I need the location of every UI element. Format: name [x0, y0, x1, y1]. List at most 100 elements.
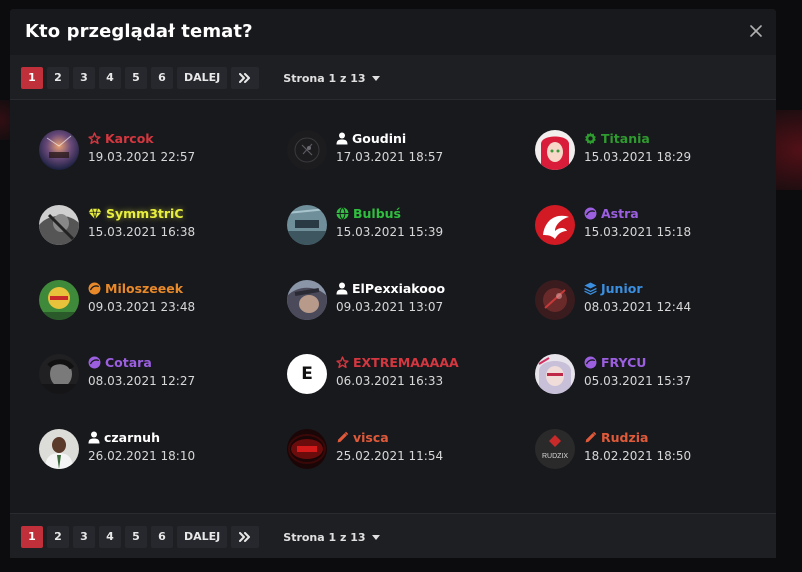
username: Goudini	[352, 131, 407, 146]
page-status-dropdown[interactable]: Strona 1 z 13	[283, 72, 380, 85]
user-icon	[88, 431, 100, 444]
avatar[interactable]	[39, 280, 79, 320]
username-link[interactable]: Miloszeeek	[88, 281, 183, 296]
username-link[interactable]: visca	[336, 430, 389, 445]
username-link[interactable]: Junior	[584, 281, 643, 296]
page-3-button[interactable]: 3	[73, 67, 95, 89]
viewer-item: Karcok 19.03.2021 22:57	[39, 130, 279, 174]
pagination-top: 1 2 3 4 5 6 DALEJ Strona 1 z 13	[10, 55, 776, 100]
star-outline-icon	[336, 356, 349, 369]
viewer-item: Symm3triC 15.03.2021 16:38	[39, 205, 279, 249]
double-chevron-right-icon	[239, 73, 251, 83]
username-link[interactable]: Titania	[584, 131, 650, 146]
avatar[interactable]	[287, 429, 327, 469]
page-5-button[interactable]: 5	[125, 526, 147, 548]
username-link[interactable]: Bulbuś	[336, 206, 401, 221]
view-date: 08.03.2021 12:44	[584, 300, 692, 314]
close-icon	[750, 25, 762, 37]
viewer-item: Titania 15.03.2021 18:29	[535, 130, 775, 174]
avatar-text: RUDZIX	[542, 453, 568, 460]
viewer-item: czarnuh 26.02.2021 18:10	[39, 429, 279, 473]
disc-icon	[584, 207, 597, 220]
page-2-button[interactable]: 2	[47, 526, 69, 548]
avatar[interactable]	[535, 130, 575, 170]
username-link[interactable]: ElPexxiakooo	[336, 281, 445, 296]
last-page-button[interactable]	[231, 526, 260, 548]
username: Miloszeeek	[105, 281, 184, 296]
username-link[interactable]: czarnuh	[88, 430, 160, 445]
username: czarnuh	[104, 430, 160, 445]
page-5-button[interactable]: 5	[125, 67, 147, 89]
avatar[interactable]	[535, 205, 575, 245]
modal-title: Kto przeglądał temat?	[25, 21, 253, 42]
globe-icon	[336, 207, 349, 220]
view-date: 15.03.2021 16:38	[88, 225, 196, 239]
pagination-bottom: 1 2 3 4 5 6 DALEJ Strona 1 z 13	[10, 513, 776, 558]
avatar[interactable]: E	[287, 354, 327, 394]
modal-header: Kto przeglądał temat?	[10, 9, 776, 55]
avatar[interactable]	[39, 130, 79, 170]
user-icon	[336, 282, 348, 295]
page-6-button[interactable]: 6	[151, 67, 173, 89]
username-link[interactable]: Karcok	[88, 131, 154, 146]
avatar[interactable]	[39, 354, 79, 394]
caret-down-icon	[371, 75, 380, 81]
page-1-button[interactable]: 1	[21, 526, 43, 548]
page-2-button[interactable]: 2	[47, 67, 69, 89]
username-link[interactable]: EXTREMAAAAA	[336, 355, 459, 370]
disc-icon	[88, 356, 101, 369]
username: EXTREMAAAAA	[353, 355, 459, 370]
avatar[interactable]	[39, 205, 79, 245]
avatar[interactable]: RUDZIX	[535, 429, 575, 469]
username: Junior	[601, 281, 643, 296]
avatar[interactable]	[39, 429, 79, 469]
username-link[interactable]: Symm3triC	[88, 206, 184, 221]
username-link[interactable]: Astra	[584, 206, 639, 221]
disc-icon	[88, 282, 101, 295]
username: Bulbuś	[353, 206, 401, 221]
viewer-item: E EXTREMAAAAA 06.03.2021 16:33	[287, 354, 527, 398]
viewer-item: Cotara 08.03.2021 12:27	[39, 354, 279, 398]
username-link[interactable]: Goudini	[336, 131, 406, 146]
username-link[interactable]: FRYCU	[584, 355, 646, 370]
username-link[interactable]: Rudzia	[584, 430, 648, 445]
username: Karcok	[105, 131, 154, 146]
avatar[interactable]	[535, 354, 575, 394]
viewer-item: Bulbuś 15.03.2021 15:39	[287, 205, 527, 249]
disc-icon	[584, 356, 597, 369]
view-date: 06.03.2021 16:33	[336, 374, 444, 388]
view-date: 05.03.2021 15:37	[584, 374, 692, 388]
viewer-item: FRYCU 05.03.2021 15:37	[535, 354, 775, 398]
close-button[interactable]	[748, 23, 764, 39]
page-4-button[interactable]: 4	[99, 526, 121, 548]
page-4-button[interactable]: 4	[99, 67, 121, 89]
viewer-item: RUDZIX Rudzia 18.02.2021 18:50	[535, 429, 775, 473]
next-button[interactable]: DALEJ	[177, 526, 228, 548]
username: ElPexxiakooo	[352, 281, 446, 296]
caret-down-icon	[371, 534, 380, 540]
star-outline-icon	[88, 132, 101, 145]
avatar[interactable]	[287, 205, 327, 245]
page-status-dropdown[interactable]: Strona 1 z 13	[283, 530, 380, 544]
diamond-icon	[88, 208, 102, 219]
page-status-label: Strona 1 z 13	[283, 530, 366, 544]
page-3-button[interactable]: 3	[73, 526, 95, 548]
avatar[interactable]	[535, 280, 575, 320]
username: visca	[353, 430, 389, 445]
avatar[interactable]	[287, 130, 327, 170]
view-date: 15.03.2021 15:39	[336, 225, 444, 239]
view-date: 17.03.2021 18:57	[336, 150, 444, 164]
user-icon	[336, 132, 348, 145]
page-1-button[interactable]: 1	[21, 67, 43, 89]
last-page-button[interactable]	[231, 67, 260, 89]
view-date: 19.03.2021 22:57	[88, 150, 196, 164]
viewer-item: Junior 08.03.2021 12:44	[535, 280, 775, 324]
username: Rudzia	[601, 430, 649, 445]
view-date: 18.02.2021 18:50	[584, 449, 692, 463]
page-6-button[interactable]: 6	[151, 526, 173, 548]
username: Astra	[601, 206, 639, 221]
next-button[interactable]: DALEJ	[177, 67, 228, 89]
viewer-item: Astra 15.03.2021 15:18	[535, 205, 775, 249]
username-link[interactable]: Cotara	[88, 355, 152, 370]
avatar[interactable]	[287, 280, 327, 320]
